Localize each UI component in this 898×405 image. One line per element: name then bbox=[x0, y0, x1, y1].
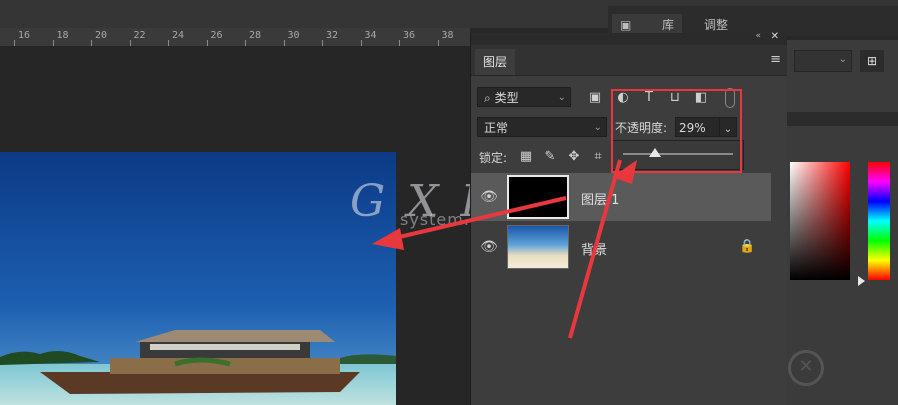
annotation-arrow-line bbox=[394, 196, 567, 240]
annotation-arrows bbox=[372, 159, 637, 339]
annotation-arrow-head bbox=[372, 228, 404, 250]
annotation-arrow-line bbox=[568, 159, 622, 339]
